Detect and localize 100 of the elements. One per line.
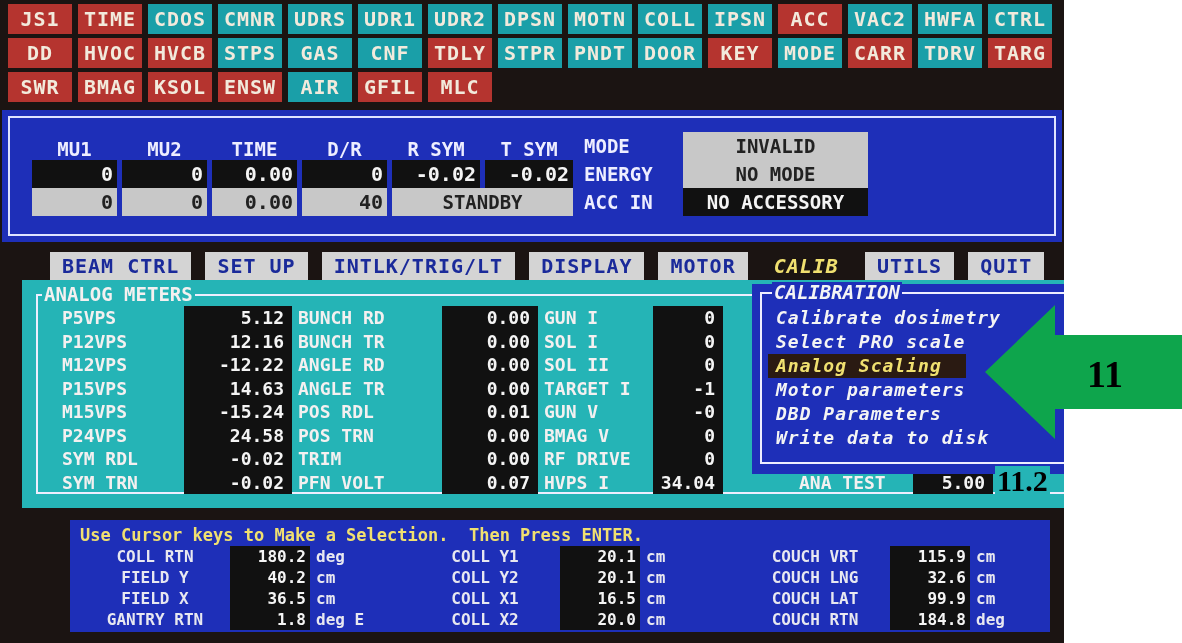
menu-item[interactable]: Analog Scaling	[768, 354, 966, 378]
position-label: COUCH LAT	[770, 588, 860, 609]
unit-label: cm	[315, 588, 337, 609]
menu-tab[interactable]: MOTOR	[658, 252, 748, 280]
meter-label: P12VPS	[61, 329, 129, 353]
menu-tab[interactable]: BEAM CTRL	[50, 252, 192, 280]
menu-tab[interactable]: DISPLAY	[529, 252, 645, 280]
status-tile: CNF	[358, 38, 422, 68]
menu-item[interactable]: Write data to disk	[768, 426, 1014, 450]
meter-label: TARGET I	[543, 376, 632, 400]
status-tile: CARR	[848, 38, 912, 68]
meter-label: SOL II	[543, 353, 611, 377]
meter-label: POS RDL	[297, 400, 375, 424]
actual-value: -0.02	[485, 160, 573, 188]
field-label: ENERGY	[583, 162, 654, 187]
menu-title: CALIBRATION	[772, 282, 902, 302]
position-value: 16.5	[560, 588, 640, 609]
position-label: COLL X2	[450, 609, 520, 630]
status-tile: HVOC	[78, 38, 142, 68]
status-tile: HWFA	[918, 4, 982, 34]
position-label: COLL RTN	[115, 546, 195, 567]
status-tile: HVCB	[148, 38, 212, 68]
position-value: 180.2	[230, 546, 310, 567]
meter-value: 0.00	[442, 376, 538, 400]
unit-label: cm	[645, 567, 667, 588]
meter-label: SYM RDL	[61, 447, 139, 471]
menu-tab[interactable]: SET UP	[205, 252, 308, 280]
meter-label: P15VPS	[61, 376, 129, 400]
status-tile: MODE	[778, 38, 842, 68]
meter-value: 0.00	[442, 423, 538, 447]
status-tile: MLC	[428, 72, 492, 102]
field-label: MODE	[583, 134, 631, 159]
position-value: 1.8	[230, 609, 310, 630]
menu-tab[interactable]: UTILS	[864, 252, 955, 280]
meter-label: RF DRIVE	[543, 447, 632, 471]
status-tile: JS1	[8, 4, 72, 34]
status-tile: KEY	[708, 38, 772, 68]
status-tile: SWR	[8, 72, 72, 102]
preset-value: 0	[32, 188, 117, 216]
status-tile: PNDT	[568, 38, 632, 68]
meter-value: -15.24	[184, 400, 292, 424]
meter-value: 0	[653, 423, 723, 447]
position-label: COUCH VRT	[770, 546, 860, 567]
meter-value: 14.63	[184, 376, 292, 400]
meter-value: 24.58	[184, 423, 292, 447]
status-tile: STPS	[218, 38, 282, 68]
meter-label: POS TRN	[297, 423, 375, 447]
field-value: NO ACCESSORY	[683, 188, 868, 216]
meter-label: BUNCH TR	[297, 329, 386, 353]
menu-item[interactable]: Calibrate dosimetry	[768, 306, 1025, 330]
meter-label: P5VPS	[61, 306, 118, 330]
meter-value: -1	[653, 376, 723, 400]
meter-label: ANGLE TR	[297, 376, 386, 400]
column-header: D/R	[326, 138, 363, 160]
meter-label: M15VPS	[61, 400, 129, 424]
unit-label: cm	[645, 546, 667, 567]
meter-value: 0	[653, 306, 723, 330]
meter-label: P24VPS	[61, 423, 129, 447]
actual-value: 0.00	[212, 160, 297, 188]
meter-label: M12VPS	[61, 353, 129, 377]
position-label: COLL X1	[450, 588, 520, 609]
meter-value: 0.00	[442, 329, 538, 353]
column-header: TIME	[230, 138, 279, 160]
meter-label: BUNCH RD	[297, 306, 386, 330]
meter-label: SOL I	[543, 329, 600, 353]
status-tile: IPSN	[708, 4, 772, 34]
status-tile: TIME	[78, 4, 142, 34]
meter-value: 34.04	[653, 470, 723, 494]
menu-item[interactable]: Motor parameters	[768, 378, 990, 402]
status-tile: DD	[8, 38, 72, 68]
meter-label: GUN V	[543, 400, 600, 424]
group-title: ANALOG METERS	[42, 284, 195, 304]
actual-value: 0	[122, 160, 207, 188]
annotation-label: 11	[1086, 355, 1124, 393]
column-header: MU2	[146, 138, 183, 160]
status-tile: ACC	[778, 4, 842, 34]
meter-value: 0.00	[442, 353, 538, 377]
position-label: FIELD Y	[120, 567, 190, 588]
menu-tab[interactable]: QUIT	[968, 252, 1045, 280]
meter-value: 0.01	[442, 400, 538, 424]
status-tile: DOOR	[638, 38, 702, 68]
status-tile: BMAG	[78, 72, 142, 102]
status-tile: UDRS	[288, 4, 352, 34]
status-tile: CTRL	[988, 4, 1052, 34]
status-tile: COLL	[638, 4, 702, 34]
meter-label: TRIM	[297, 447, 343, 471]
status-tile: UDR2	[428, 4, 492, 34]
preset-value: 0.00	[212, 188, 297, 216]
unit-label: cm	[645, 588, 667, 609]
meter-label: HVPS I	[543, 470, 611, 494]
preset-value: 40	[302, 188, 387, 216]
status-tile: GFIL	[358, 72, 422, 102]
status-tile: AIR	[288, 72, 352, 102]
menu-tab[interactable]: INTLK/TRIG/LT	[321, 252, 516, 280]
menu-item[interactable]: DBD Parameters	[768, 402, 966, 426]
menu-item[interactable]: Select PRO scale	[768, 330, 990, 354]
status-tile: KSOL	[148, 72, 212, 102]
meter-value: -0.02	[184, 447, 292, 471]
meter-value: -12.22	[184, 353, 292, 377]
meter-value: 0	[653, 329, 723, 353]
